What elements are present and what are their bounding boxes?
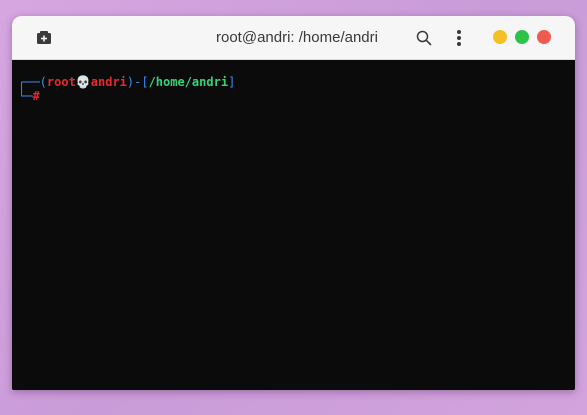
prompt-frame-mid: )-[: [126, 75, 149, 89]
prompt-line-1: ┌──(root💀andri)-[/home/andri]: [18, 75, 235, 89]
search-button[interactable]: [413, 27, 435, 49]
prompt-user: root: [46, 75, 76, 89]
prompt-frame-start: ┌──(: [18, 75, 47, 89]
skull-icon: 💀: [75, 75, 91, 89]
title-bar[interactable]: root@andri: /home/andri: [12, 16, 575, 60]
search-icon: [416, 30, 432, 46]
menu-button[interactable]: [448, 27, 470, 49]
prompt-symbol: #: [32, 89, 40, 103]
prompt-frame-end: ]: [228, 75, 236, 89]
terminal-window: root@andri: /home/andri ┌──(root💀andri)-…: [12, 16, 575, 390]
kebab-menu-icon: [457, 30, 461, 46]
close-button[interactable]: [537, 30, 551, 44]
new-tab-icon: [37, 31, 51, 44]
maximize-button[interactable]: [515, 30, 529, 44]
window-title: root@andri: /home/andri: [216, 29, 378, 46]
terminal-area[interactable]: ┌──(root💀andri)-[/home/andri] └─#: [12, 60, 575, 390]
new-tab-button[interactable]: [34, 28, 54, 48]
prompt-path: /home/andri: [148, 75, 229, 89]
minimize-button[interactable]: [493, 30, 507, 44]
prompt-host: andri: [90, 75, 127, 89]
prompt-line-2: └─#: [18, 89, 40, 103]
prompt-frame-bottom: └─: [18, 89, 33, 103]
